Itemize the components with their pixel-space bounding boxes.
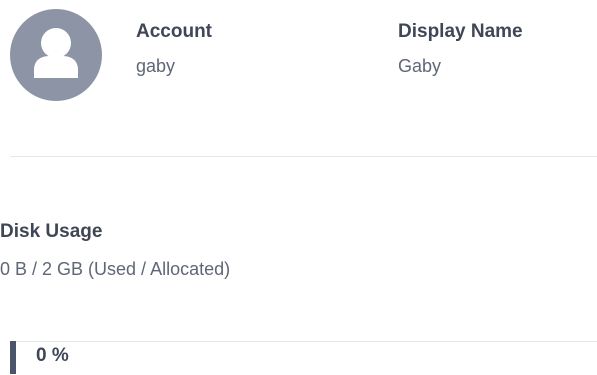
account-field: Account gaby: [136, 20, 212, 78]
disk-usage-value: 0 B / 2 GB (Used / Allocated): [0, 259, 231, 279]
section-divider: [10, 156, 597, 157]
user-avatar-icon: [10, 9, 102, 101]
disk-usage-progress-fill: [10, 341, 16, 374]
disk-usage-progress-bar: [10, 341, 597, 375]
disk-usage-percent: 0 %: [36, 345, 69, 366]
account-value: gaby: [136, 56, 176, 76]
disk-usage-label: Disk Usage: [0, 221, 103, 242]
display-name-label: Display Name: [398, 21, 523, 42]
account-label: Account: [136, 21, 212, 42]
display-name-field: Display Name Gaby: [398, 20, 523, 78]
display-name-value: Gaby: [398, 56, 442, 76]
